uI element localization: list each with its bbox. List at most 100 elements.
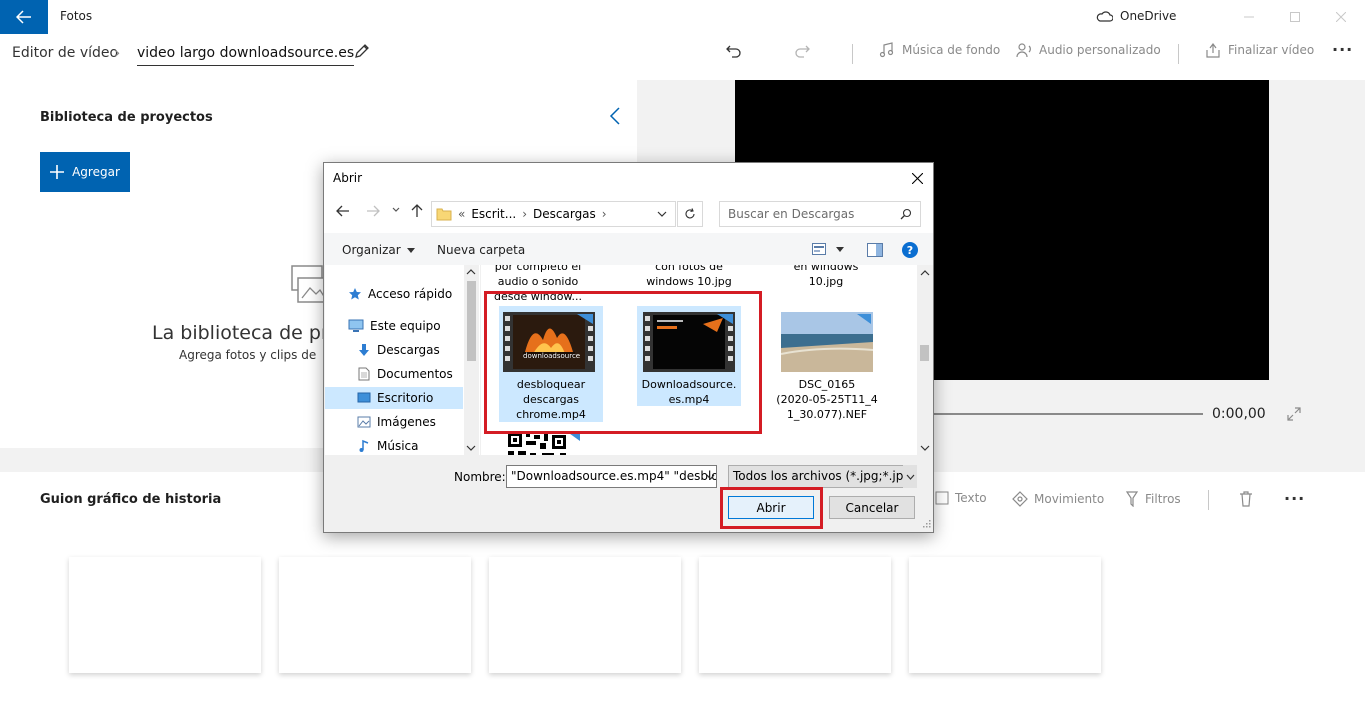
filters-tool-button[interactable]: Filtros [1125,491,1181,507]
background-music-button[interactable]: Música de fondo [879,42,1000,58]
motion-icon [1012,491,1028,507]
desktop-icon [357,392,371,403]
rename-button[interactable] [353,42,371,60]
address-separator: › [522,207,528,221]
project-name-field[interactable]: video largo downloadsource.es [137,45,355,66]
file-name-partial: con fotos de windows 10.jpg [646,265,732,288]
storyboard-slot[interactable] [279,557,471,673]
filename-input[interactable]: "Downloadsource.es.mp4" "desbloq [506,465,717,488]
file-type-filter[interactable]: Todos los archivos (*.jpg;*.jpeg; [728,465,916,488]
storyboard-slot[interactable] [489,557,681,673]
storyboard-slot[interactable] [909,557,1101,673]
nav-label: Acceso rápido [368,287,453,301]
redo-button[interactable] [793,42,811,60]
up-folder-button[interactable] [410,204,424,218]
expand-icon [1287,407,1301,421]
cancel-button[interactable]: Cancelar [829,496,915,519]
library-empty-subtitle: Agrega fotos y clips de [179,348,317,362]
help-icon[interactable]: ? [902,242,918,258]
nav-item-desktop[interactable]: Escritorio [357,387,433,409]
playback-time: 0:00,00 [1212,406,1266,422]
seek-bar[interactable] [900,413,1203,415]
maximize-button[interactable] [1272,0,1318,34]
scroll-up-arrow-icon[interactable] [466,268,476,276]
address-segment-desktop[interactable]: Escrit... [471,207,516,221]
address-bar[interactable]: « Escrit... › Descargas › [431,201,676,227]
nav-label: Imágenes [377,415,436,429]
refresh-button[interactable] [677,201,703,227]
back-arrow-icon [16,10,31,24]
filename-dropdown[interactable] [706,465,717,488]
nav-item-pictures[interactable]: Imágenes [357,411,436,433]
chevron-down-icon [906,474,914,480]
computer-icon [348,319,364,332]
nav-item-this-pc[interactable]: Este equipo [348,315,441,337]
close-window-button[interactable] [1318,0,1364,34]
qr-thumbnail-icon[interactable] [508,431,590,455]
pencil-icon [355,44,369,58]
motion-tool-button[interactable]: Movimiento [1012,491,1104,507]
resize-grip-icon[interactable] [922,519,931,528]
storyboard-slot[interactable] [69,557,261,673]
close-icon [911,172,923,184]
dialog-close-button[interactable] [905,167,929,189]
preview-pane-icon [867,243,883,257]
divider [1208,490,1209,510]
nav-item-music[interactable]: Música [357,435,419,457]
file-scroll-thumb[interactable] [920,345,929,361]
preview-pane-button[interactable] [867,243,883,257]
breadcrumb-video-editor[interactable]: Editor de vídeo [12,45,118,61]
library-title: Biblioteca de proyectos [40,110,213,125]
finish-video-button[interactable]: Finalizar vídeo [1205,42,1314,58]
nav-label: Este equipo [370,319,441,333]
pictures-icon [357,416,371,428]
view-icon [812,243,826,255]
storyboard-slot[interactable] [699,557,891,673]
nav-back-button[interactable] [336,204,350,218]
minimize-button[interactable] [1226,0,1272,34]
delete-clip-button[interactable] [1239,491,1253,507]
search-input[interactable]: Buscar en Descargas [719,201,921,227]
more-options-button[interactable]: ··· [1332,40,1353,59]
dialog-title: Abrir [333,171,363,185]
nav-label: Escritorio [377,391,434,405]
change-view-button[interactable] [812,243,844,255]
nav-item-quick-access[interactable]: Acceso rápido [348,283,452,305]
new-folder-button[interactable]: Nueva carpeta [437,243,525,257]
motion-tool-label: Movimiento [1034,492,1105,506]
nav-item-documents[interactable]: Documentos [357,363,453,385]
nav-item-downloads[interactable]: Descargas [357,339,440,361]
chevron-down-icon [392,207,400,212]
fullscreen-button[interactable] [1286,406,1302,422]
filename-label: Nombre: [454,470,506,484]
file-type-dropdown[interactable] [903,465,917,488]
library-empty-title: La biblioteca de pro [152,322,340,344]
file-name-partial: en windows 10.jpg [793,265,859,288]
scroll-up-arrow-icon[interactable] [920,269,930,277]
file-item-dsc0165[interactable] [781,312,873,372]
text-tool-button[interactable]: Texto [935,491,987,505]
address-segment-downloads[interactable]: Descargas [533,207,596,221]
add-media-button[interactable]: Agregar [40,152,130,192]
undo-button[interactable] [725,42,743,60]
custom-audio-button[interactable]: Audio personalizado [1016,42,1161,58]
collapse-library-button[interactable] [608,106,622,126]
open-file-dialog: Abrir « Escrit... › Descargas › Buscar e… [323,162,934,533]
back-button[interactable] [0,0,48,34]
nav-forward-button[interactable] [366,204,380,218]
scroll-down-arrow-icon[interactable] [920,444,930,452]
star-icon [349,288,361,300]
background-music-label: Música de fondo [902,43,1001,57]
dialog-title-bar [324,163,933,193]
scroll-down-arrow-icon[interactable] [466,444,476,452]
onedrive-label: OneDrive [1120,9,1177,23]
organize-menu[interactable]: Organizar [342,243,415,257]
organize-label: Organizar [342,243,401,257]
storyboard-more-button[interactable]: ··· [1284,489,1305,508]
nav-scroll-thumb[interactable] [467,281,476,361]
open-button-highlight [720,487,823,529]
onedrive-button[interactable]: OneDrive [1096,9,1176,23]
music-icon [359,439,369,452]
chevron-down-icon[interactable] [657,211,667,217]
recent-locations-button[interactable] [392,207,400,213]
